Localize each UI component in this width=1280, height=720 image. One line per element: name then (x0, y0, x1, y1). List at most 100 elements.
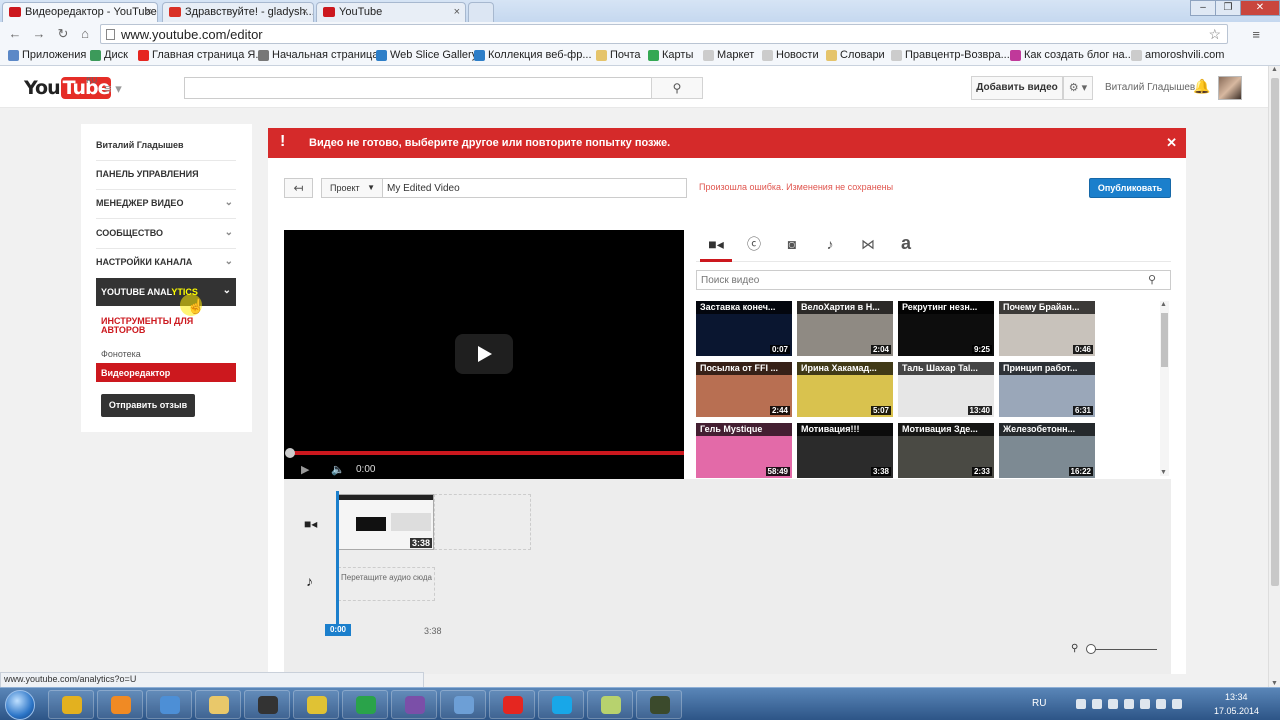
video-thumbnail[interactable]: Ирина Хакамад... 5:07 (797, 362, 893, 417)
video-thumbnail[interactable]: Железобетонн... 16:22 (999, 423, 1095, 478)
video-thumbnail[interactable]: Рекрутинг незн... 9:25 (898, 301, 994, 356)
scroll-down-icon[interactable]: ▼ (1271, 680, 1278, 687)
video-search-input[interactable] (696, 270, 1171, 290)
taskbar-app-button[interactable] (538, 690, 584, 719)
scroll-up-icon[interactable]: ▲ (1160, 301, 1167, 308)
sidebar-item-creator-tools[interactable]: ИНСТРУМЕНТЫ ДЛЯ АВТОРОВ (101, 317, 211, 335)
video-thumbnail[interactable]: Заставка конеч... 0:07 (696, 301, 792, 356)
bookmark-item[interactable]: Словари (826, 49, 885, 61)
header-user-name[interactable]: Виталий Гладышев (1105, 82, 1195, 93)
settings-button[interactable]: ⚙ ▾ (1063, 76, 1093, 100)
reload-icon[interactable]: ↻ (54, 26, 72, 42)
taskbar-app-button[interactable] (391, 690, 437, 719)
publish-button[interactable]: Опубликовать (1089, 178, 1171, 198)
scrollbar-thumb[interactable] (1271, 78, 1279, 586)
audio-drop-zone[interactable]: Перетащите аудио сюда (338, 567, 435, 601)
tab-videos[interactable]: ■◂ (700, 234, 732, 262)
scroll-down-icon[interactable]: ▼ (1160, 469, 1167, 476)
video-thumbnail[interactable]: Почему Брайан... 0:46 (999, 301, 1095, 356)
taskbar-app-button[interactable] (244, 690, 290, 719)
video-thumbnail[interactable]: Принцип работ... 6:31 (999, 362, 1095, 417)
home-icon[interactable]: ⌂ (76, 26, 94, 42)
project-title-input[interactable] (382, 178, 687, 198)
guide-menu-icon[interactable]: ≡ ▾ (104, 81, 122, 97)
video-thumbnail[interactable]: ВелоХартия в Н... 2:04 (797, 301, 893, 356)
sidebar-item-dashboard[interactable]: ПАНЕЛЬ УПРАВЛЕНИЯ (96, 169, 236, 190)
bookmark-item[interactable]: Web Slice Gallery (376, 49, 477, 61)
video-thumbnail[interactable]: Посылка от FFI ... 2:44 (696, 362, 792, 417)
bookmark-item[interactable]: Правцентр-Возвра... (891, 49, 1010, 61)
sidebar-item-video-editor[interactable]: Видеоредактор (96, 363, 236, 382)
bookmark-item[interactable]: Главная страница Я... (138, 49, 265, 61)
search-icon[interactable]: ⚲ (1148, 273, 1156, 286)
bookmark-item[interactable]: Маркет (703, 49, 754, 61)
avatar[interactable] (1218, 76, 1242, 100)
tray-icon[interactable] (1108, 699, 1118, 709)
taskbar-app-button[interactable] (97, 690, 143, 719)
bookmark-star-icon[interactable]: ☆ (1208, 26, 1221, 43)
bookmark-item[interactable]: Коллекция веб-фр... (474, 49, 592, 61)
close-tab-icon[interactable]: × (146, 6, 152, 18)
bookmark-item[interactable]: Новости (762, 49, 819, 61)
playhead[interactable] (336, 491, 339, 624)
taskbar-app-button[interactable] (440, 690, 486, 719)
clock-date[interactable]: 17.05.2014 (1214, 706, 1259, 716)
zoom-slider-handle[interactable] (1086, 644, 1096, 654)
volume-icon[interactable]: 🔈 (331, 463, 345, 476)
video-thumbnail[interactable]: Таль Шахар Tal... 13:40 (898, 362, 994, 417)
bookmark-item[interactable]: Почта (596, 49, 641, 61)
tab-video-editor[interactable]: Видеоредактор - YouTube × (2, 2, 158, 22)
bookmark-item[interactable]: Приложения (8, 49, 86, 61)
minimize-window-button[interactable]: – (1190, 0, 1216, 16)
youtube-logo[interactable]: You Tube RU (24, 76, 112, 99)
tab-music[interactable]: ♪ (814, 234, 846, 262)
bookmark-item[interactable]: Начальная страница (258, 49, 378, 61)
bookmark-item[interactable]: amoroshvili.com (1131, 49, 1224, 61)
timeline-clip[interactable]: 3:38 (338, 494, 434, 550)
site-search-input[interactable] (184, 77, 652, 99)
taskbar-app-button[interactable] (636, 690, 682, 719)
sidebar-item-analytics[interactable]: YOUTUBE ANALYTICS ⌄ (96, 278, 236, 306)
close-tab-icon[interactable]: × (454, 6, 460, 18)
upload-button[interactable]: Добавить видео (971, 76, 1063, 100)
start-button[interactable] (5, 690, 35, 720)
taskbar-app-button[interactable] (489, 690, 535, 719)
video-player[interactable]: ▶ 🔈 0:00 (284, 230, 684, 479)
page-scrollbar[interactable]: ▲ ▼ (1268, 66, 1280, 687)
play-button[interactable] (455, 334, 513, 374)
bookmark-item[interactable]: Как создать блог на... (1010, 49, 1134, 61)
sidebar-item-audio-library[interactable]: Фонотека (101, 349, 141, 359)
bookmark-item[interactable]: Диск (90, 49, 128, 61)
tray-icon[interactable] (1156, 699, 1166, 709)
taskbar-app-button[interactable] (195, 690, 241, 719)
taskbar-app-button[interactable] (587, 690, 633, 719)
send-feedback-button[interactable]: Отправить отзыв (101, 394, 195, 417)
tray-icon[interactable] (1076, 699, 1086, 709)
language-indicator[interactable]: RU (1032, 698, 1046, 709)
sidebar-item-community[interactable]: СООБЩЕСТВО ⌄ (96, 227, 236, 249)
play-icon[interactable]: ▶ (301, 463, 309, 476)
close-icon[interactable]: ✕ (1166, 135, 1177, 151)
new-tab-button[interactable] (468, 2, 494, 22)
taskbar-app-button[interactable] (342, 690, 388, 719)
video-list-scrollbar[interactable]: ▲ ▼ (1160, 301, 1169, 476)
tab-photos[interactable]: ◙ (776, 234, 808, 262)
video-thumbnail[interactable]: Мотивация!!! 3:38 (797, 423, 893, 478)
forward-arrow-icon[interactable]: → (30, 26, 48, 42)
tab-captions[interactable]: ⓒ (738, 234, 770, 262)
maximize-window-button[interactable]: ❐ (1215, 0, 1241, 16)
tab-text[interactable]: a (890, 234, 922, 262)
tab-gmail[interactable]: Здравствуйте! - gladysh... × (162, 2, 314, 22)
video-thumbnail[interactable]: Гель Mystique 58:49 (696, 423, 792, 478)
close-window-button[interactable]: ✕ (1240, 0, 1280, 16)
scroll-up-icon[interactable]: ▲ (1271, 66, 1278, 73)
progress-knob[interactable] (285, 448, 295, 458)
taskbar-app-button[interactable] (48, 690, 94, 719)
bookmark-item[interactable]: Карты (648, 49, 693, 61)
tab-transitions[interactable]: ⋈ (852, 234, 884, 262)
taskbar-app-button[interactable] (146, 690, 192, 719)
sidebar-item-channel-settings[interactable]: НАСТРОЙКИ КАНАЛА ⌄ (96, 256, 236, 267)
tray-icon[interactable] (1092, 699, 1102, 709)
notifications-bell-icon[interactable]: 🔔 (1193, 78, 1210, 95)
project-dropdown[interactable]: Проект ▼ (321, 178, 383, 198)
